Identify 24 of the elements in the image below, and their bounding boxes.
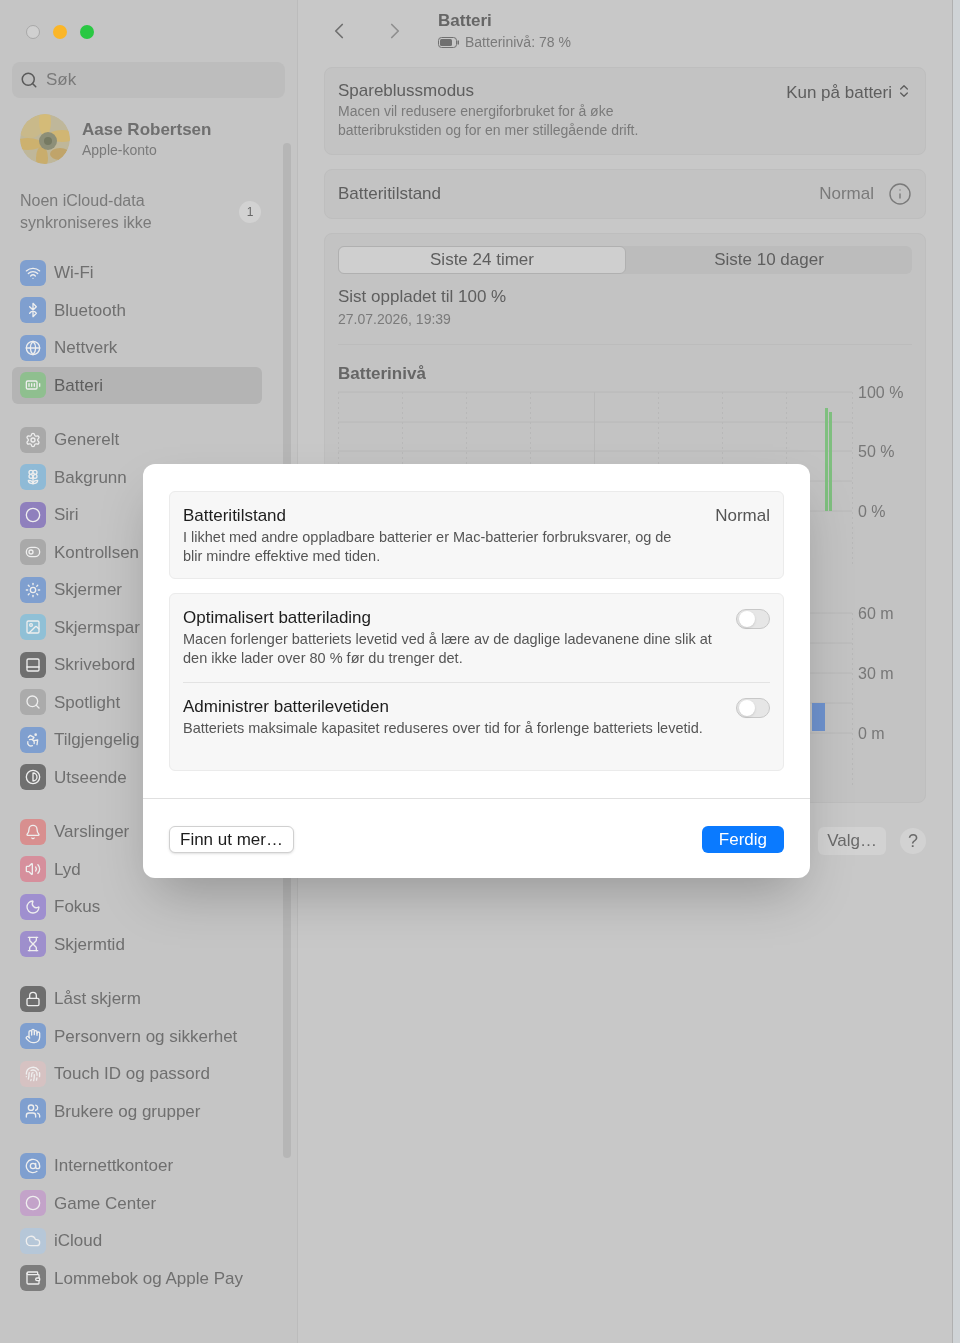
setting-title: Batteritilstand [338,183,441,206]
axis-label: 0 % [858,503,886,520]
axis-label: 50 % [858,443,895,460]
setting-title: Optimalisert batterilading [183,607,373,629]
setting-title: Administrer batterilevetiden [183,696,390,718]
battery-level: Batterinivå: 78 % [465,32,571,52]
setting-description: Batteriets maksimale kapasitet reduseres over tid for å forlenge batteriets levetid. [183,719,704,738]
setting-description: I likhet med andre oppladbare batterier er Mac-batterier forbruksvarer, og de blir mindre effektive med tiden. [183,528,673,566]
axis-label: 60 m [858,605,894,622]
last-charged: Sist oppladet til 100 % [338,286,508,308]
health-value: Normal [715,505,770,527]
account-subtitle: Apple-konto [82,141,158,159]
health-value: Normal [819,183,874,206]
setting-title: Spareblussmodus [338,80,476,102]
axis-label: 30 m [858,665,894,682]
last-charged-time: 27.07.2026, 19:39 [338,310,452,329]
axis-label: 0 m [858,725,885,742]
axis-label: 100 % [858,385,904,401]
chart-title: Batterinivå [338,363,427,385]
setting-description: Macen forlenger batteriets levetid ved å lære av de daglige ladevanene dine slik at den ikke lader over 80 % før du trenger det. [183,630,713,668]
notice-count: 1 [239,201,261,223]
setting-title: Batteritilstand [183,505,287,527]
setting-description: Macen vil redusere energiforbruket for å øke batteribrukstiden og for en mer stillegående drift. [338,102,640,140]
page-title: Batteri [438,9,493,32]
